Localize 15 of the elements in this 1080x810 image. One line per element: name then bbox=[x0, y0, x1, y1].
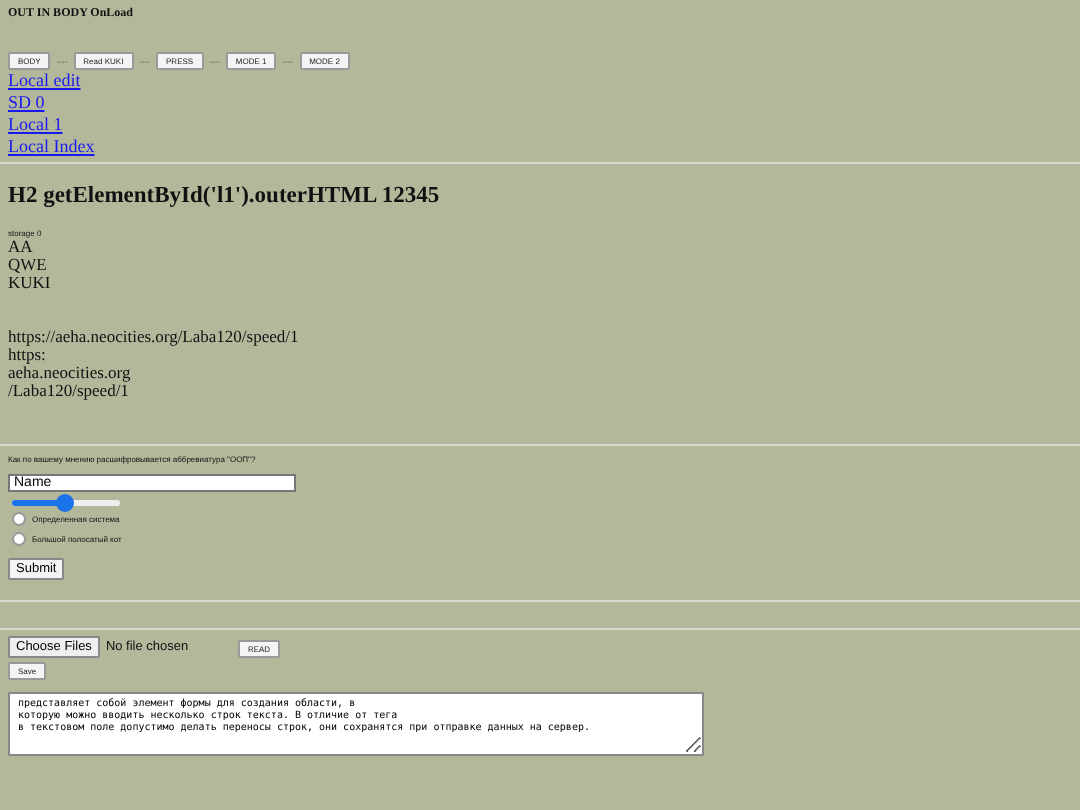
nav-link[interactable]: SD 0 bbox=[8, 92, 45, 114]
url-line: aeha.neocities.org bbox=[8, 364, 133, 382]
url-line: https: bbox=[8, 346, 46, 364]
radio-button[interactable] bbox=[12, 512, 26, 526]
storage-line: AA bbox=[8, 238, 33, 256]
page-heading: H2 getElementById('l1').outerHTML 12345 bbox=[8, 184, 442, 208]
url-line: https://aeha.neocities.org/Laba120/speed/1 bbox=[8, 328, 301, 346]
url-line: /Laba120/speed/1 bbox=[8, 382, 129, 400]
radio-button[interactable] bbox=[12, 532, 26, 546]
storage-line: KUKI bbox=[8, 274, 53, 292]
nav-link[interactable]: Local edit bbox=[8, 70, 81, 92]
slider[interactable] bbox=[12, 500, 120, 506]
nav-link[interactable]: Local Index bbox=[8, 136, 95, 158]
storage-line: QWE bbox=[8, 256, 49, 274]
nav-link[interactable]: Local 1 bbox=[8, 114, 63, 136]
